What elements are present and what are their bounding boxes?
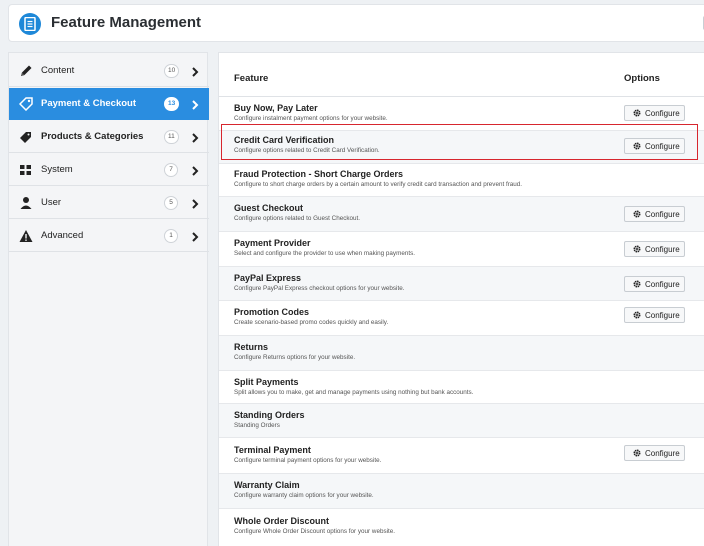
feature-name: Fraud Protection - Short Charge Orders bbox=[234, 169, 404, 179]
gear-icon bbox=[633, 109, 641, 117]
highlight-box bbox=[221, 124, 698, 160]
chevron-right-icon bbox=[191, 230, 199, 242]
configure-label: Configure bbox=[645, 210, 680, 219]
feature-description: Configure to short charge orders by a ce… bbox=[234, 181, 523, 188]
table-row: Whole Order Discount Configure Whole Ord… bbox=[219, 509, 704, 546]
warning-icon bbox=[19, 229, 33, 243]
table-row: Split Payments Split allows you to make,… bbox=[219, 371, 704, 404]
configure-button[interactable]: Configure bbox=[624, 445, 685, 461]
gear-icon bbox=[633, 210, 641, 218]
table-row: Fraud Protection - Short Charge Orders C… bbox=[219, 164, 704, 197]
sidebar-item-label: Advanced bbox=[41, 230, 84, 241]
feature-description: Select and configure the provider to use… bbox=[234, 250, 415, 257]
table-row: Returns Configure Returns options for yo… bbox=[219, 336, 704, 371]
feature-name: Standing Orders bbox=[234, 410, 305, 420]
sidebar-item-products-categories[interactable]: Products & Categories 11 bbox=[9, 121, 209, 153]
gear-icon bbox=[633, 245, 641, 253]
count-badge: 5 bbox=[164, 196, 178, 210]
sidebar-item-label: System bbox=[41, 164, 73, 175]
configure-button[interactable]: Configure bbox=[624, 206, 685, 222]
chevron-right-icon bbox=[191, 164, 199, 176]
feature-name: Split Payments bbox=[234, 377, 299, 387]
document-icon bbox=[19, 13, 41, 35]
chevron-right-icon bbox=[191, 131, 199, 143]
configure-label: Configure bbox=[645, 109, 680, 118]
table-header: Feature Options bbox=[219, 53, 704, 97]
sidebar-item-label: Content bbox=[41, 65, 75, 76]
feature-description: Configure instalment payment options for… bbox=[234, 115, 388, 122]
table-row: Standing Orders Standing Orders bbox=[219, 404, 704, 438]
count-badge: 13 bbox=[164, 97, 180, 111]
feature-description: Configure warranty claim options for you… bbox=[234, 492, 374, 499]
table-row: Promotion Codes Create scenario-based pr… bbox=[219, 301, 704, 336]
count-badge: 7 bbox=[164, 163, 178, 177]
configure-label: Configure bbox=[645, 245, 680, 254]
feature-description: Configure options related to Guest Check… bbox=[234, 215, 361, 222]
sidebar-item-advanced[interactable]: Advanced 1 bbox=[9, 220, 209, 252]
configure-label: Configure bbox=[645, 449, 680, 458]
feature-description: Configure Returns options for your websi… bbox=[234, 354, 356, 361]
feature-description: Configure PayPal Express checkout option… bbox=[234, 285, 405, 292]
gear-icon bbox=[633, 311, 641, 319]
page-title: Feature Management bbox=[51, 14, 202, 31]
feature-name: Whole Order Discount bbox=[234, 516, 330, 526]
sidebar-item-payment-checkout[interactable]: Payment & Checkout 13 bbox=[9, 88, 209, 120]
table-row: Terminal Payment Configure terminal paym… bbox=[219, 438, 704, 474]
feature-description: Configure terminal payment options for y… bbox=[234, 457, 382, 464]
feature-description: Standing Orders bbox=[234, 422, 280, 429]
table-row: Warranty Claim Configure warranty claim … bbox=[219, 474, 704, 509]
feature-description: Create scenario-based promo codes quickl… bbox=[234, 319, 389, 326]
user-icon bbox=[19, 196, 33, 210]
configure-label: Configure bbox=[645, 280, 680, 289]
configure-button[interactable]: Configure bbox=[624, 276, 685, 292]
count-badge: 1 bbox=[164, 229, 178, 243]
gear-icon bbox=[633, 280, 641, 288]
page-header: Feature Management bbox=[8, 4, 704, 42]
feature-name: Payment Provider bbox=[234, 238, 311, 248]
table-row: Payment Provider Select and configure th… bbox=[219, 232, 704, 267]
chevron-right-icon bbox=[191, 65, 199, 77]
feature-name: Promotion Codes bbox=[234, 307, 310, 317]
chevron-right-icon bbox=[191, 197, 199, 209]
feature-name: Terminal Payment bbox=[234, 445, 311, 455]
configure-label: Configure bbox=[645, 311, 680, 320]
feature-name: Buy Now, Pay Later bbox=[234, 103, 318, 113]
configure-button[interactable]: Configure bbox=[624, 307, 685, 323]
gear-icon bbox=[633, 449, 641, 457]
feature-description: Configure Whole Order Discount options f… bbox=[234, 528, 395, 535]
sidebar-item-label: Products & Categories bbox=[41, 131, 144, 142]
grid-icon bbox=[19, 163, 33, 177]
table-row: Guest Checkout Configure options related… bbox=[219, 197, 704, 232]
sidebar-item-user[interactable]: User 5 bbox=[9, 187, 209, 219]
sidebar-item-label: User bbox=[41, 197, 62, 208]
table-row: PayPal Express Configure PayPal Express … bbox=[219, 267, 704, 301]
tag-icon bbox=[18, 97, 33, 112]
configure-button[interactable]: Configure bbox=[624, 105, 685, 121]
count-badge: 11 bbox=[164, 130, 179, 144]
feature-name: Guest Checkout bbox=[234, 203, 304, 213]
sidebar-item-system[interactable]: System 7 bbox=[9, 154, 209, 186]
category-sidebar: Content 10 Payment & Checkout 13 Product… bbox=[8, 52, 209, 546]
sidebar-item-label: Payment & Checkout bbox=[41, 98, 137, 109]
chevron-right-icon bbox=[191, 98, 199, 110]
column-header-feature: Feature bbox=[234, 73, 269, 84]
feature-name: PayPal Express bbox=[234, 273, 302, 283]
configure-button[interactable]: Configure bbox=[624, 241, 685, 257]
pencil-icon bbox=[19, 64, 33, 78]
count-badge: 10 bbox=[164, 64, 180, 78]
sidebar-item-content[interactable]: Content 10 bbox=[9, 55, 209, 87]
feature-name: Returns bbox=[234, 342, 269, 352]
tag-filled-icon bbox=[19, 130, 33, 144]
column-header-options: Options bbox=[624, 73, 660, 84]
feature-name: Warranty Claim bbox=[234, 480, 300, 490]
feature-description: Split allows you to make, get and manage… bbox=[234, 389, 474, 396]
